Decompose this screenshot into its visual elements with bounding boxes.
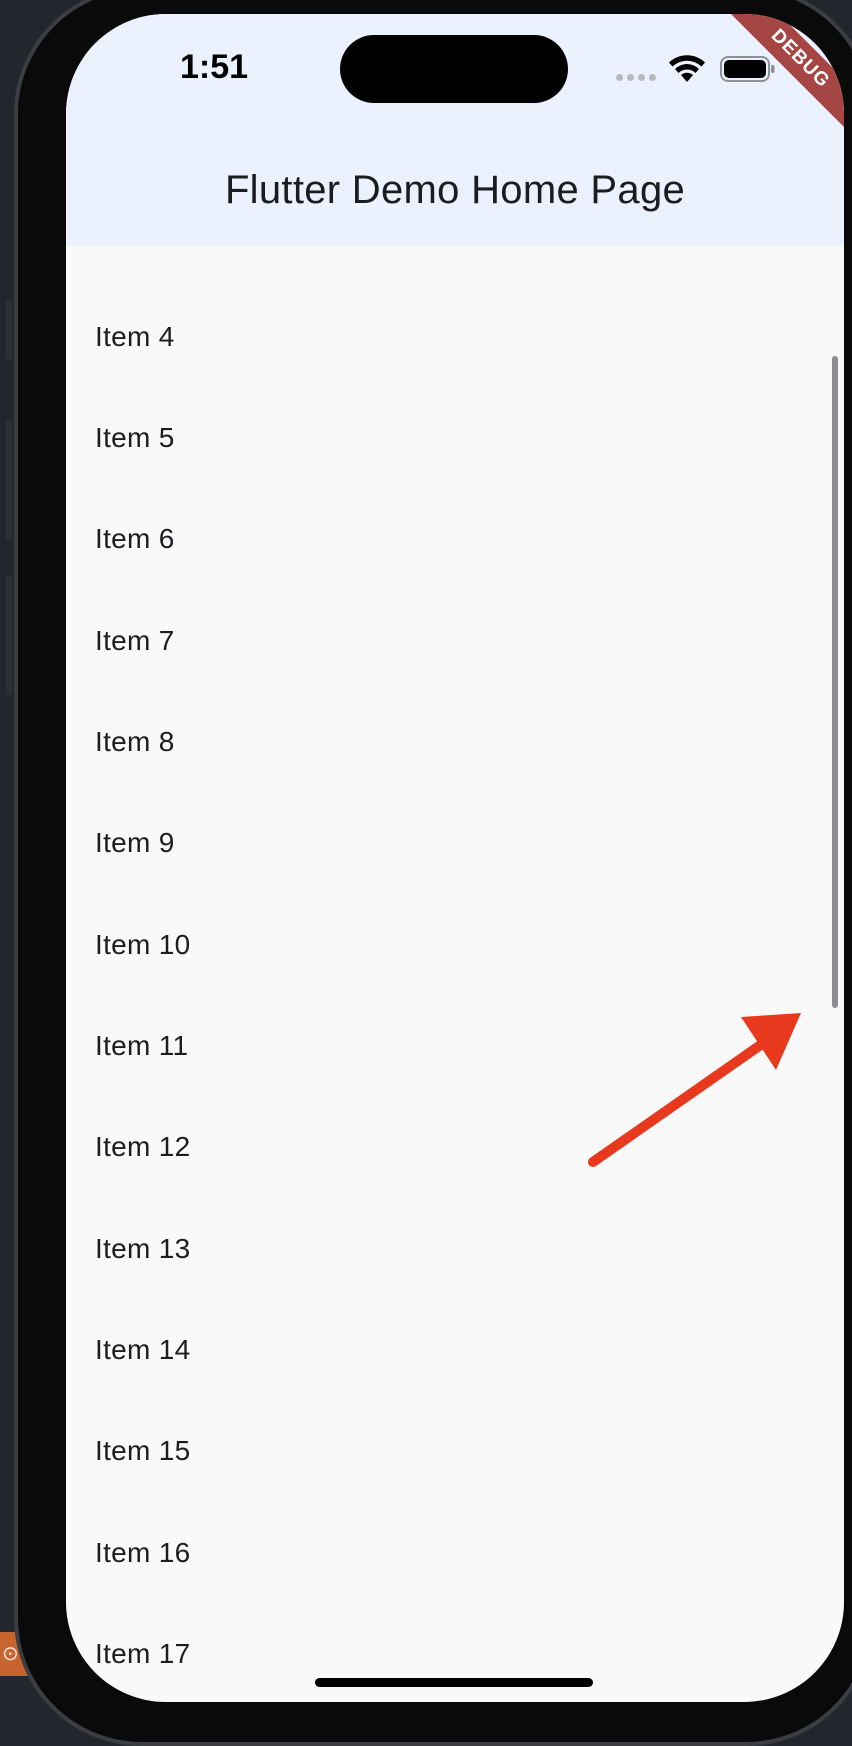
app-screen: 1:51 DEBUG Flutter Demo Home Page Item 4… — [66, 14, 844, 1702]
list-item[interactable]: Item 11 — [66, 1000, 844, 1101]
list-item[interactable]: Item 13 — [66, 1203, 844, 1304]
status-time: 1:51 — [180, 48, 249, 86]
list-item[interactable]: Item 6 — [66, 493, 844, 594]
list-item-label: Item 17 — [95, 1638, 191, 1669]
list-item[interactable]: Item 9 — [66, 797, 844, 898]
side-panel-stub — [6, 420, 12, 540]
page-title: Flutter Demo Home Page — [224, 168, 686, 212]
scrollbar-thumb[interactable] — [832, 356, 838, 1008]
list-item-label: Item 12 — [95, 1131, 191, 1162]
list-item[interactable]: Item 15 — [66, 1405, 844, 1506]
list-item[interactable]: Item 8 — [66, 696, 844, 797]
list-item[interactable]: Item 12 — [66, 1101, 844, 1202]
list-item-label: Item 13 — [95, 1233, 191, 1264]
side-panel-stub — [6, 300, 12, 360]
dynamic-island — [340, 35, 568, 103]
list-item-label: Item 16 — [95, 1537, 191, 1568]
wifi-icon — [669, 55, 705, 82]
list-item[interactable]: Item 17 — [66, 1608, 844, 1702]
status-bar: 1:51 DEBUG — [66, 14, 844, 146]
list-item[interactable]: Item 4 — [66, 291, 844, 392]
list-item[interactable]: Item 14 — [66, 1304, 844, 1405]
list-item-label: Item 7 — [95, 625, 175, 656]
battery-icon — [720, 56, 775, 82]
list-item[interactable]: Item 16 — [66, 1507, 844, 1608]
list-item-label: Item 5 — [95, 422, 175, 453]
home-indicator[interactable] — [315, 1678, 593, 1687]
list-item-label: Item 10 — [95, 929, 191, 960]
list-item[interactable]: Item 10 — [66, 899, 844, 1000]
list-item-label: Item 9 — [95, 827, 175, 858]
phone-frame: 1:51 DEBUG Flutter Demo Home Page Item 4… — [14, 0, 852, 1746]
list-item[interactable]: Item 7 — [66, 595, 844, 696]
app-bar: Flutter Demo Home Page — [66, 146, 844, 246]
side-panel-stub — [6, 575, 12, 695]
list-item-label: Item 15 — [95, 1435, 191, 1466]
list-item[interactable]: Item 5 — [66, 392, 844, 493]
list-item-label: Item 6 — [95, 523, 175, 554]
list-item-label: Item 11 — [95, 1030, 189, 1061]
list-item-label: Item 4 — [95, 321, 175, 352]
list-item-label: Item 8 — [95, 726, 175, 757]
list-item-label: Item 14 — [95, 1334, 191, 1365]
cellular-dots-icon — [616, 74, 656, 81]
